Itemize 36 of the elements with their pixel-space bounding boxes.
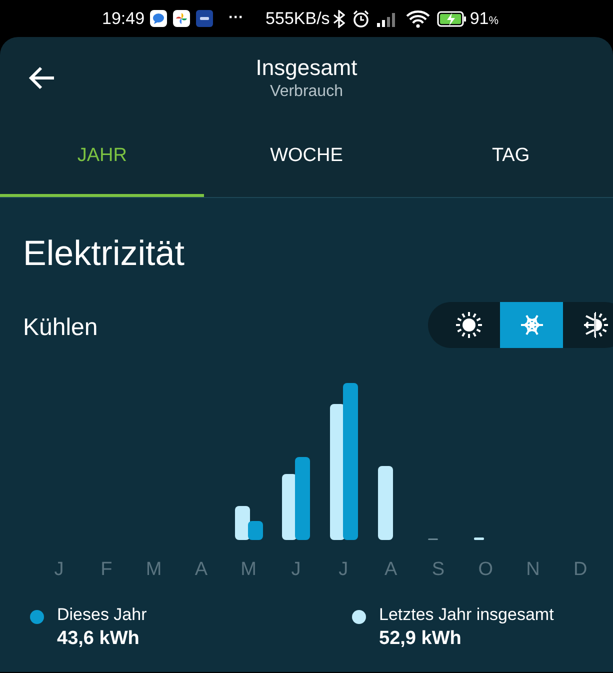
wifi-icon <box>406 10 430 28</box>
legend-value: 52,9 kWh <box>379 627 462 651</box>
period-tab[interactable]: TAG <box>408 117 613 197</box>
clock: 19:49 <box>102 8 145 30</box>
month-label: A <box>194 558 209 582</box>
month-label: D <box>572 558 588 582</box>
bluetooth-icon <box>332 10 345 28</box>
month-label: N <box>525 558 541 582</box>
month-label: O <box>477 558 494 582</box>
month-label: S <box>430 558 446 582</box>
mode-label: Kühlen <box>23 313 98 343</box>
chat-bubble-icon <box>150 10 167 27</box>
battery-charging-icon <box>436 10 467 28</box>
screen-title: Insgesamt <box>256 54 358 82</box>
more-notifications: ··· <box>228 8 244 28</box>
month-label: F <box>100 558 114 582</box>
pinwheel-icon <box>172 10 190 27</box>
legend-value: 43,6 kWh <box>57 627 140 651</box>
back-arrow-icon[interactable] <box>28 66 56 90</box>
month-label: J <box>338 558 350 582</box>
legend-label: Dieses Jahr <box>57 604 147 626</box>
chart-bar <box>474 538 484 540</box>
period-tab[interactable]: WOCHE <box>204 117 409 197</box>
alarm-clock-icon <box>352 10 370 28</box>
network-speed: 555KB/s <box>266 8 330 30</box>
month-label: M <box>240 558 258 582</box>
battery-level: 91% <box>470 8 499 30</box>
month-label: M <box>144 558 163 582</box>
month-label: A <box>383 558 398 582</box>
sun-icon <box>454 311 482 339</box>
mail-app-icon <box>196 10 213 27</box>
section-title: Elektrizität <box>23 233 184 275</box>
screen-subtitle: Verbrauch <box>270 82 343 102</box>
month-label: J <box>290 558 302 582</box>
month-label: J <box>53 558 65 582</box>
legend-label: Letztes Jahr insgesamt <box>379 604 554 626</box>
